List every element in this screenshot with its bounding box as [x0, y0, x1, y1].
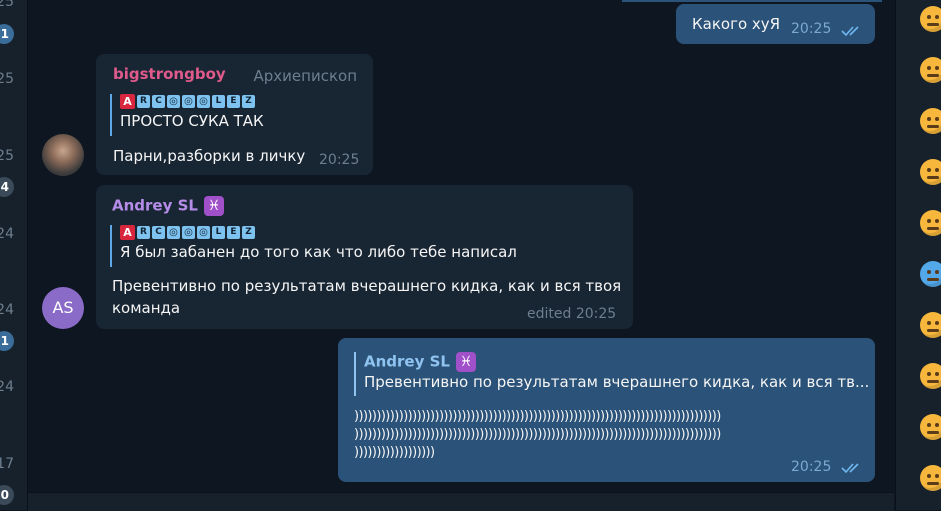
chat-list-item[interactable]: 0: [0, 485, 27, 507]
message-text: Какого хуЯ: [692, 15, 781, 33]
letter-c-icon: C: [152, 226, 165, 239]
confused-emoji-icon[interactable]: [920, 414, 941, 440]
freezing-emoji-icon[interactable]: [920, 261, 941, 287]
chat-list-item[interactable]: 24: [0, 379, 27, 401]
unread-badge: 0: [0, 485, 14, 505]
chat-list-strip: 25 1 25 25 4 24 24 1 24 17 0: [0, 0, 28, 510]
chat-time: 25: [0, 148, 14, 164]
chat-list-item[interactable]: 24: [0, 226, 27, 248]
chat-time: 17: [0, 456, 14, 472]
quote-sender-name: Andrey SL ♓: [364, 352, 869, 372]
incoming-message[interactable]: Andrey SL ♓ A R C ◎ ◎ ◎ L E Z Я был забан…: [96, 185, 633, 329]
message-text-line: команда: [112, 299, 181, 317]
message-text-line: Превентивно по результатам вчерашнего ки…: [112, 277, 622, 295]
quote-sender-name: A R C ◎ ◎ ◎ L E Z: [120, 94, 360, 109]
message-time: 20:25: [791, 459, 832, 475]
ring-icon: ◎: [197, 226, 210, 239]
quote-text: Превентивно по результатам вчерашнего ки…: [364, 373, 869, 391]
letter-r-icon: R: [137, 226, 150, 239]
ring-icon: ◎: [197, 95, 210, 108]
quote-sender-name: A R C ◎ ◎ ◎ L E Z: [120, 225, 620, 240]
message-text: Парни,разборки в личку: [113, 147, 306, 165]
message-text: ))))))))))))))))))))))))))))))))))))))))…: [354, 408, 859, 462]
letter-z-icon: Z: [242, 226, 255, 239]
letter-c-icon: C: [152, 95, 165, 108]
ring-icon: ◎: [182, 226, 195, 239]
hugging-emoji-icon[interactable]: [920, 312, 941, 338]
star-struck-emoji-icon[interactable]: [920, 57, 941, 83]
reply-quote[interactable]: Andrey SL ♓ Превентивно по результатам вч…: [354, 352, 869, 396]
admin-title: Архиепископ: [253, 67, 357, 85]
message-time: 20:25: [319, 152, 360, 168]
letter-l-icon: L: [212, 95, 225, 108]
pisces-icon: ♓: [455, 352, 476, 372]
previous-message-edge: [622, 0, 882, 2]
quote-sender-name-text: Andrey SL: [364, 352, 450, 371]
message-time: 20:25: [791, 21, 832, 37]
message-composer[interactable]: [28, 492, 894, 511]
sender-name[interactable]: Andrey SL ♓: [112, 196, 224, 216]
avatar[interactable]: [42, 134, 84, 176]
reply-quote[interactable]: A R C ◎ ◎ ◎ L E Z Я был забанен до того …: [110, 225, 620, 267]
chat-time: 24: [0, 226, 14, 242]
message-time: edited 20:25: [527, 306, 617, 322]
neutral-emoji-icon[interactable]: [920, 363, 941, 389]
chat-list-item[interactable]: 17: [0, 456, 27, 478]
chat-time: 25: [0, 0, 14, 10]
unread-badge: 4: [0, 177, 14, 197]
sender-name[interactable]: bigstrongboy: [113, 65, 226, 83]
letter-r-icon: R: [137, 95, 150, 108]
outgoing-message[interactable]: Andrey SL ♓ Превентивно по результатам вч…: [338, 338, 875, 482]
quote-text: ПРОСТО СУКА ТАК: [120, 112, 264, 130]
chat-list-item[interactable]: 25: [0, 71, 27, 93]
outgoing-message[interactable]: Какого хуЯ 20:25: [676, 4, 875, 44]
chat-time: 25: [0, 71, 14, 87]
chat-list-item[interactable]: 25: [0, 0, 27, 16]
letter-e-icon: E: [227, 226, 240, 239]
message-text-line: ))))))))))))))))))))))))))))))))))))))))…: [354, 427, 721, 442]
chat-list-item[interactable]: 24: [0, 302, 27, 324]
avatar[interactable]: AS: [42, 287, 84, 329]
chat-time: 24: [0, 302, 14, 318]
ring-icon: ◎: [167, 95, 180, 108]
sender-name-text: Andrey SL: [112, 196, 198, 215]
angry-emoji-icon[interactable]: [920, 210, 941, 236]
reply-quote[interactable]: A R C ◎ ◎ ◎ L E Z ПРОСТО СУКА ТАК: [110, 94, 360, 136]
unread-badge: 1: [0, 24, 14, 44]
emoji-panel: [895, 0, 941, 510]
chat-list-item[interactable]: 1: [0, 331, 27, 353]
quote-text: Я был забанен до того как что либо тебе …: [120, 243, 517, 261]
chat-time: 24: [0, 379, 14, 395]
message-text-line: ))))))))))))))))))))))))))))))))))))))))…: [354, 409, 721, 424]
letter-e-icon: E: [227, 95, 240, 108]
worried-emoji-icon[interactable]: [920, 108, 941, 134]
tongue-wink-emoji-icon[interactable]: [920, 6, 941, 32]
message-text-line: )))))))))))))))))): [354, 445, 435, 460]
letter-l-icon: L: [212, 226, 225, 239]
unread-badge: 1: [0, 331, 14, 351]
letter-a-icon: A: [120, 225, 135, 240]
pisces-icon: ♓: [203, 196, 224, 216]
ring-icon: ◎: [167, 226, 180, 239]
double-check-icon: [841, 463, 859, 474]
double-check-icon: [841, 26, 859, 37]
chat-list-item[interactable]: 4: [0, 177, 27, 199]
tired-emoji-icon[interactable]: [920, 159, 941, 185]
chat-list-item[interactable]: 25: [0, 148, 27, 170]
letter-a-icon: A: [120, 94, 135, 109]
chat-list-item[interactable]: 1: [0, 24, 27, 46]
ring-icon: ◎: [182, 95, 195, 108]
incoming-message[interactable]: bigstrongboy Архиепископ A R C ◎ ◎ ◎ L E…: [96, 54, 373, 175]
letter-z-icon: Z: [242, 95, 255, 108]
dizzy-emoji-icon[interactable]: [920, 465, 941, 491]
